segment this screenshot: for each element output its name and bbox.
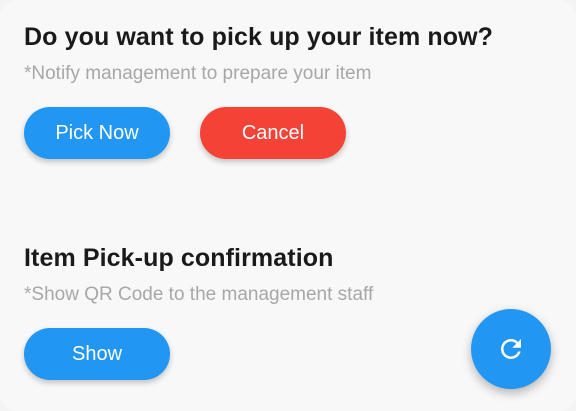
cancel-button[interactable]: Cancel [200,107,346,159]
pickup-card: Do you want to pick up your item now? *N… [0,0,576,411]
pickup-section: Do you want to pick up your item now? *N… [24,20,552,159]
pickup-subtitle: *Notify management to prepare your item [24,63,372,84]
refresh-icon [496,334,526,364]
show-qr-button[interactable]: Show [24,328,170,380]
confirmation-subtitle: *Show QR Code to the management staff [24,284,374,305]
confirmation-title: Item Pick-up confirmation [24,244,334,272]
pick-now-button[interactable]: Pick Now [24,107,170,159]
refresh-button[interactable] [471,309,551,389]
pickup-actions: Pick Now Cancel [24,107,552,159]
pickup-title: Do you want to pick up your item now? [24,23,493,51]
